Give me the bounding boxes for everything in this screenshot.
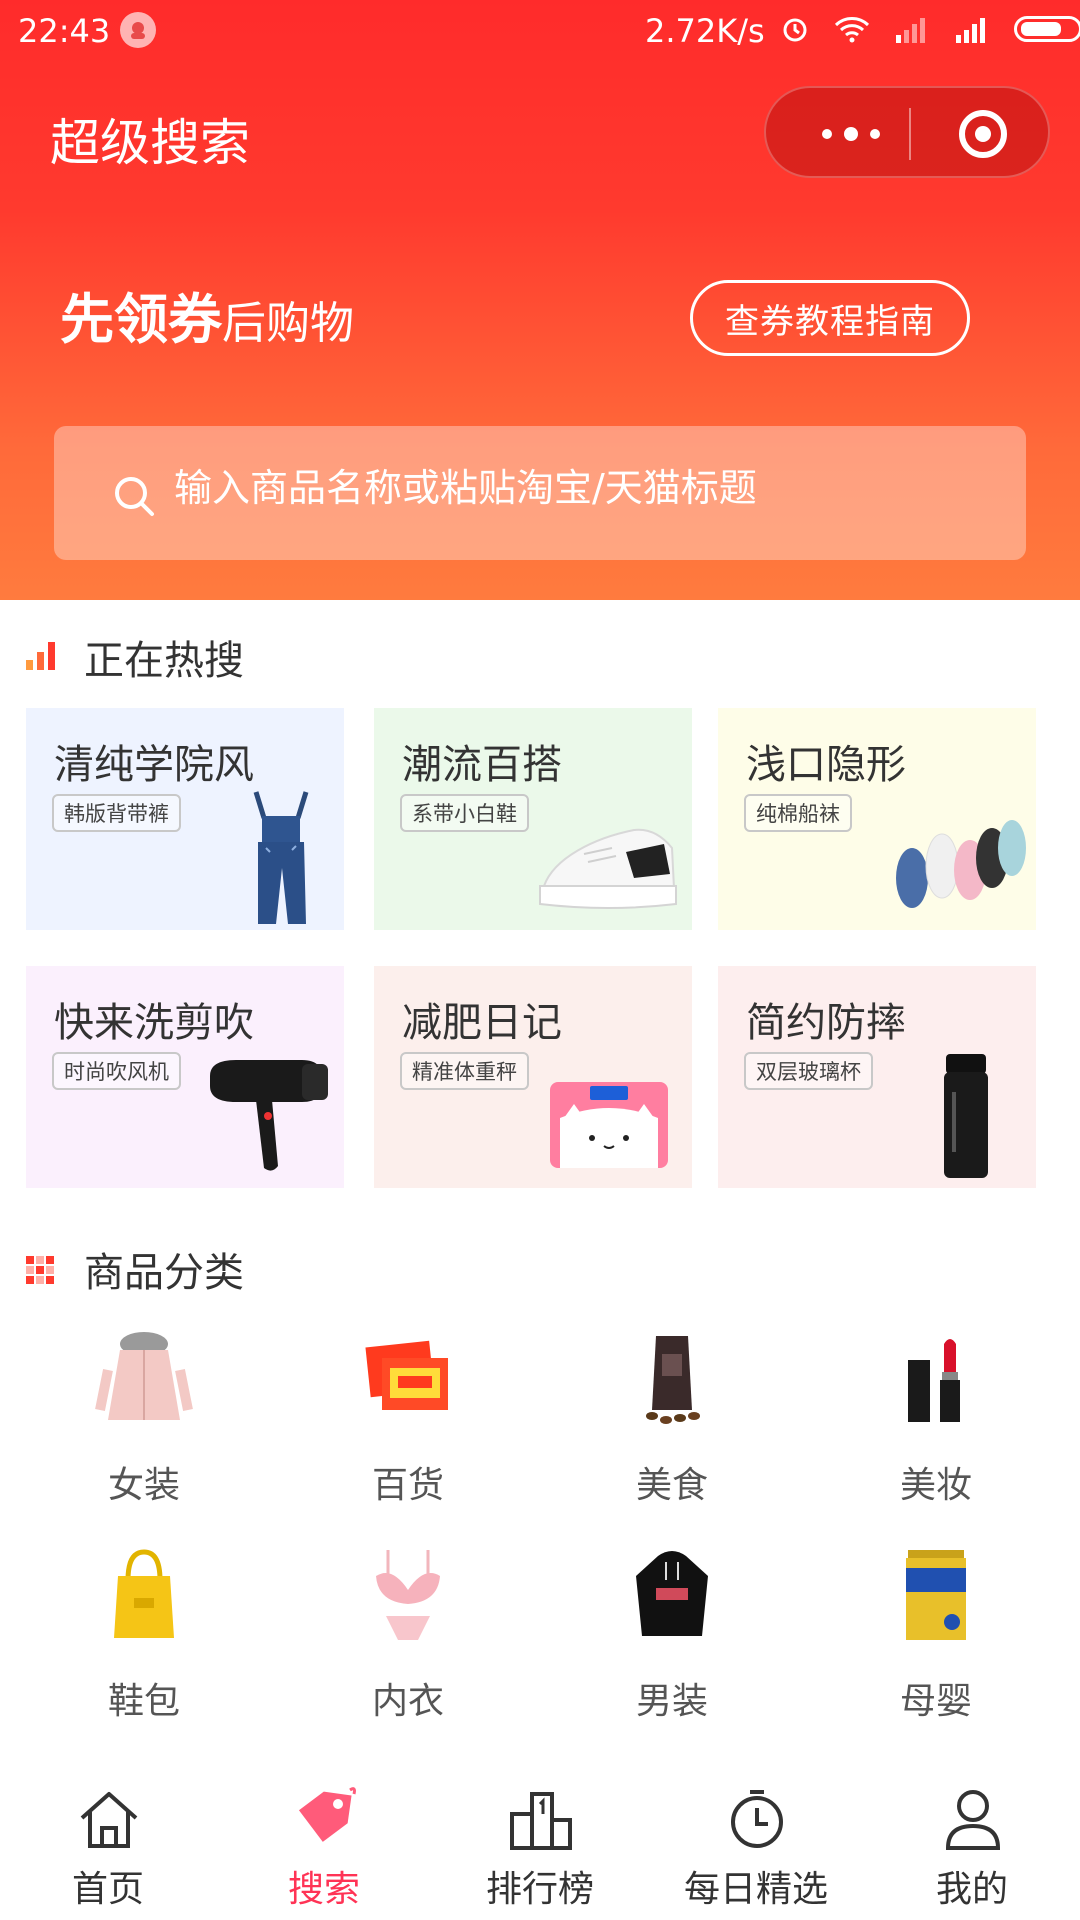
alarm-icon (783, 18, 807, 42)
hot-card-title: 清纯学院风 (54, 742, 254, 788)
tab-label: 排行榜 (485, 1869, 594, 1910)
scale-image (550, 1082, 668, 1168)
hot-card-tag: 精准体重秤 (400, 1052, 529, 1090)
category-label: 美食 (635, 1465, 708, 1506)
socks-image (896, 820, 1026, 908)
overalls-image (253, 791, 309, 924)
hot-card-title: 浅口隐形 (746, 742, 906, 788)
category-food[interactable]: 美食 (592, 1330, 752, 1530)
hot-card-tag: 时尚吹风机 (52, 1052, 181, 1090)
slogan-rest: 后购物 (222, 298, 354, 349)
hot-card-trend[interactable]: 潮流百搭 系带小白鞋 (374, 708, 692, 930)
search-bar[interactable] (54, 426, 1026, 560)
more-menu-icon[interactable] (806, 106, 896, 162)
category-shoes-bags[interactable]: 鞋包 (64, 1546, 224, 1746)
tab-label: 我的 (935, 1869, 1008, 1910)
alarm-clock-icon (731, 1790, 783, 1848)
slogan-strong: 先领券 (60, 288, 222, 351)
lipstick-image (908, 1339, 960, 1422)
hot-card-title: 潮流百搭 (402, 742, 562, 788)
category-label: 鞋包 (107, 1681, 180, 1722)
hot-card-title: 快来洗剪吹 (54, 1000, 254, 1046)
womens-coat-image (95, 1332, 193, 1420)
hot-card-tag: 韩版背带裤 (52, 794, 181, 832)
tab-label: 首页 (71, 1869, 144, 1910)
lingerie-image (376, 1550, 440, 1640)
tab-home[interactable]: 首页 (18, 1766, 198, 1920)
hot-card-cup[interactable]: 简约防摔 双层玻璃杯 (718, 966, 1036, 1188)
category-grid-icon (26, 1256, 54, 1284)
hot-card-tag: 系带小白鞋 (400, 794, 529, 832)
category-womens[interactable]: 女装 (64, 1330, 224, 1530)
status-icons (780, 14, 1080, 44)
header-banner: 22:43 2.72K/s 超级搜索 先领券后购物 查券教程指南 (0, 0, 1080, 600)
hot-card-title: 简约防摔 (746, 1000, 906, 1046)
user-icon (945, 1790, 1001, 1850)
sneaker-image (539, 828, 677, 909)
mini-program-capsule (764, 86, 1050, 178)
status-time: 22:43 (18, 12, 111, 50)
podium-icon (510, 1792, 572, 1850)
hot-card-college[interactable]: 清纯学院风 韩版背带裤 (26, 708, 344, 930)
coffee-beans-image (646, 1336, 700, 1424)
hot-card-title: 减肥日记 (402, 1000, 562, 1046)
category-label: 男装 (635, 1681, 708, 1722)
category-makeup[interactable]: 美妆 (856, 1330, 1016, 1530)
category-label: 美妆 (899, 1465, 972, 1506)
network-speed: 2.72K/s (645, 12, 765, 50)
hot-trend-icon (26, 642, 55, 670)
tote-bag-image (114, 1549, 174, 1638)
signal-icon (956, 18, 985, 43)
category-mens[interactable]: 男装 (592, 1546, 752, 1746)
hot-card-tag: 纯棉船袜 (744, 794, 852, 832)
hot-card-tag: 双层玻璃杯 (744, 1052, 873, 1090)
page-title: 超级搜索 (50, 114, 250, 172)
hot-card-socks[interactable]: 浅口隐形 纯棉船袜 (718, 708, 1036, 930)
tab-me[interactable]: 我的 (882, 1766, 1062, 1920)
category-label: 内衣 (371, 1681, 444, 1722)
category-baby[interactable]: 母婴 (856, 1546, 1016, 1746)
battery-icon (1014, 16, 1080, 42)
category-underwear[interactable]: 内衣 (328, 1546, 488, 1746)
hoodie-image (636, 1551, 708, 1636)
category-label: 母婴 (899, 1681, 972, 1722)
hot-search-title: 正在热搜 (84, 638, 244, 684)
wifi-icon (834, 17, 870, 43)
search-icon (115, 477, 154, 516)
category-label: 百货 (371, 1465, 444, 1506)
category-title: 商品分类 (84, 1250, 244, 1296)
tag-icon (298, 1787, 356, 1842)
milk-powder-image (906, 1550, 966, 1640)
tab-ranking[interactable]: 排行榜 (450, 1766, 630, 1920)
heat-pack-image (365, 1340, 448, 1410)
tab-label: 搜索 (287, 1869, 360, 1910)
hot-card-hairdryer[interactable]: 快来洗剪吹 时尚吹风机 (26, 966, 344, 1188)
signal-weak-icon (896, 18, 925, 43)
glass-cup-image (944, 1054, 988, 1178)
notification-avatar-icon (120, 12, 156, 48)
tab-daily-picks[interactable]: 每日精选 (666, 1766, 846, 1920)
slogan: 先领券后购物 (60, 275, 354, 354)
tutorial-guide-button[interactable]: 查券教程指南 (690, 280, 970, 356)
search-input[interactable] (174, 466, 994, 510)
close-target-icon[interactable] (959, 110, 1007, 158)
hair-dryer-image (210, 1060, 328, 1171)
category-general[interactable]: 百货 (328, 1330, 488, 1530)
hot-card-scale[interactable]: 减肥日记 精准体重秤 (374, 966, 692, 1188)
status-bar: 22:43 2.72K/s (0, 0, 1080, 62)
category-label: 女装 (107, 1465, 180, 1506)
home-icon (80, 1792, 138, 1848)
tab-label: 每日精选 (683, 1869, 828, 1910)
capsule-divider (909, 108, 911, 160)
bottom-tab-bar: 首页 搜索 排行榜 每日精选 我的 (0, 1766, 1080, 1920)
tab-search[interactable]: 搜索 (234, 1766, 414, 1920)
